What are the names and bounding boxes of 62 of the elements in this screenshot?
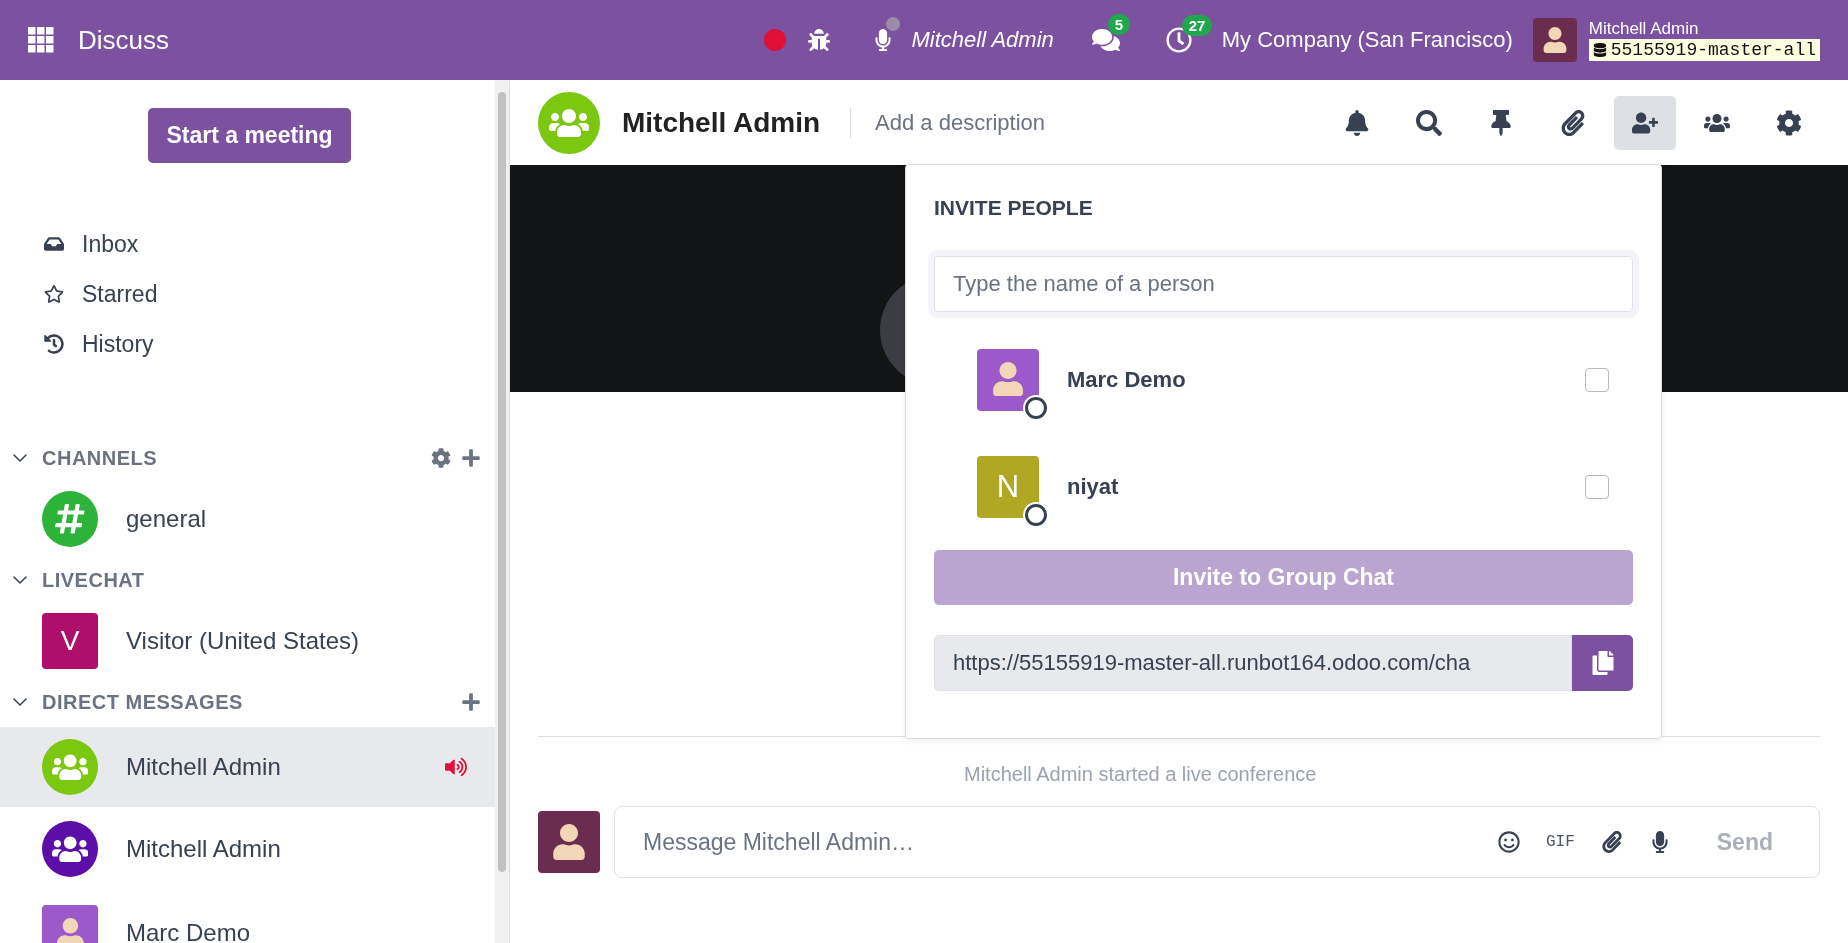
offline-status-icon [1025,503,1047,526]
user-name[interactable]: Mitchell Admin [1588,19,1820,39]
app-name[interactable]: Discuss [78,24,169,56]
add-icon[interactable] [461,692,481,712]
add-user-button[interactable] [1614,95,1676,150]
start-meeting-button[interactable]: Start a meeting [148,108,351,163]
conversation-item[interactable]: V Visitor (United States) [0,605,495,677]
database-icon [1592,43,1607,57]
add-icon[interactable] [461,448,481,468]
gif-button[interactable]: GIF [1545,833,1575,851]
letter-avatar: N [977,455,1039,518]
section-title[interactable]: LIVECHAT [42,568,145,592]
user-avatar [538,811,600,873]
search-icon [1416,109,1442,136]
emoji-icon[interactable] [1497,831,1520,853]
company-name[interactable]: My Company (San Francisco) [1221,27,1513,53]
message-field[interactable]: Message Mitchell Admin… GIF Send [614,806,1820,878]
bell-icon [1344,109,1370,136]
conversation-item[interactable]: general [0,483,495,555]
activities-count: 27 [1181,15,1213,36]
inbox-icon [44,234,64,254]
thread-name[interactable]: Mitchell Admin [622,106,821,139]
person-name: niyat [1067,473,1119,500]
user-avatar[interactable] [1532,18,1577,62]
letter-avatar: V [42,613,98,669]
scrollbar[interactable] [495,80,509,943]
paperclip-icon [1560,109,1586,136]
call-notice: Mitchell Admin started a live conference [964,763,1318,786]
bug-icon[interactable] [807,29,830,51]
nav-item[interactable]: History [0,319,495,369]
conversation-name: Visitor (United States) [126,627,359,655]
call-user-name[interactable]: Mitchell Admin [911,27,1054,53]
database-tag: 55155919-master-all [1588,39,1820,61]
pin-icon [1488,109,1514,136]
conversation-name: general [126,505,207,533]
copy-button[interactable] [1572,635,1633,691]
checkbox[interactable] [1585,474,1609,499]
settings-icon [1776,109,1802,136]
conversation-item[interactable]: Mitchell Admin [0,727,495,807]
conversation-item[interactable]: Mitchell Admin [0,807,495,891]
nav-item[interactable]: Starred [0,269,495,319]
section-title[interactable]: DIRECT MESSAGES [42,690,243,714]
conversation-item[interactable]: Marc Demo [0,891,495,943]
search-field[interactable]: Type the name of a person [934,256,1633,312]
settings-icon[interactable] [431,448,451,468]
invite-link-field[interactable]: https://55155919-master-all.runbot164.odoo.com/cha [934,635,1572,691]
conversation-name: Mitchell Admin [126,753,281,781]
copy-icon [1590,651,1615,675]
apps-grid-icon[interactable] [28,27,54,53]
paperclip-icon[interactable] [1600,831,1623,853]
section-title[interactable]: CHANNELS [42,446,158,470]
messages-count: 5 [1107,14,1131,35]
conversation-name: Marc Demo [126,919,251,943]
checkbox[interactable] [1585,367,1609,392]
popover-title: INVITE PEOPLE [934,196,1094,220]
history-icon [44,334,64,354]
starred-icon [44,284,64,304]
person-name: Marc Demo [1067,366,1186,393]
nav-item[interactable]: Inbox [0,219,495,269]
offline-status-icon [1025,396,1047,419]
conversation-name: Mitchell Admin [126,835,281,863]
description-field[interactable]: Add a description [873,108,1174,137]
